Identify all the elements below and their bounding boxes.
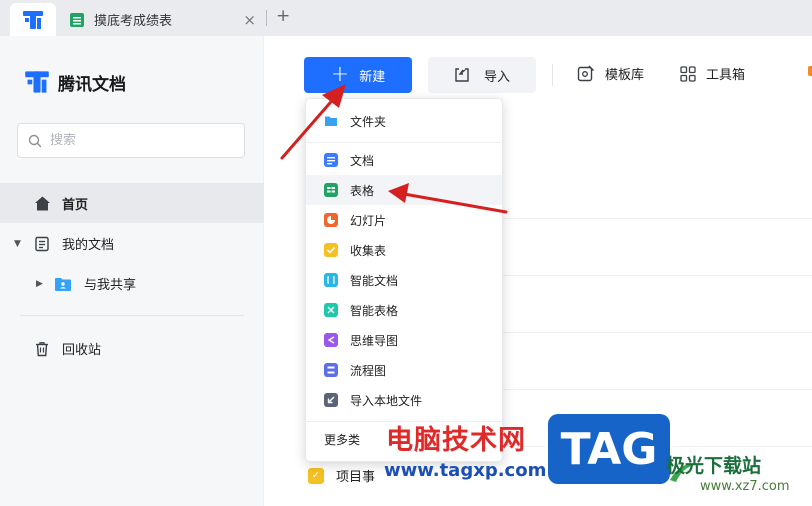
brand-name: 腾讯文档 — [58, 74, 126, 95]
menu-item-form[interactable]: 收集表 — [306, 235, 502, 265]
tab-title: 摸底考成绩表 — [94, 14, 173, 29]
template-icon — [577, 65, 594, 81]
smart-doc-icon — [324, 273, 338, 287]
toolbar-divider — [552, 64, 553, 86]
menu-item-label: 更多类 — [324, 432, 361, 447]
menu-item-smart-doc[interactable]: 智能文档 — [306, 265, 502, 295]
flowchart-icon — [324, 363, 338, 377]
menu-item-doc[interactable]: 文档 — [306, 145, 502, 175]
form-check-icon — [324, 243, 338, 257]
tab-divider — [266, 10, 267, 26]
tab-document[interactable]: 摸底考成绩表 × — [56, 3, 264, 36]
close-tab-icon[interactable]: × — [243, 11, 256, 29]
chevron-right-icon[interactable]: ▶ — [36, 279, 48, 289]
sidebar-divider — [20, 315, 244, 316]
trash-icon — [36, 341, 48, 356]
template-library-button[interactable]: 模板库 — [577, 64, 644, 83]
menu-item-sheet[interactable]: 表格 — [306, 175, 502, 205]
menu-item-slides[interactable]: 幻灯片 — [306, 205, 502, 235]
document-list-icon — [35, 236, 49, 251]
sidebar-item-label: 首页 — [62, 197, 89, 213]
watermark-text: 电脑技术网 — [386, 425, 526, 456]
folder-icon — [325, 116, 337, 126]
sidebar: 腾讯文档 首页 ▼ 我的文档 ▶ 与我共享 — [0, 36, 264, 506]
list-item-title: 项目事 — [336, 470, 376, 485]
form-check-icon: ✓ — [308, 467, 324, 484]
tencent-docs-logo-icon — [25, 71, 49, 93]
add-tab-icon[interactable]: + — [276, 6, 290, 26]
menu-item-mindmap[interactable]: 思维导图 — [306, 325, 502, 355]
new-button[interactable]: + 新建 — [304, 57, 412, 93]
menu-item-import-local[interactable]: 导入本地文件 — [306, 385, 502, 415]
search-box[interactable] — [17, 123, 245, 158]
new-dropdown-menu: 文件夹 文档 表格 幻灯片 收集表 智能文档 智能表格 思维导图 流程图 导入本… — [305, 98, 503, 462]
toolbox-label: 工具箱 — [706, 68, 746, 83]
menu-item-label: 文档 — [350, 153, 375, 168]
menu-item-label: 幻灯片 — [350, 213, 387, 228]
menu-item-label: 表格 — [350, 183, 375, 198]
app-logo-tab[interactable] — [10, 3, 56, 36]
menu-item-label: 智能表格 — [350, 303, 399, 318]
import-button-label: 导入 — [483, 69, 510, 85]
tencent-docs-logo-icon — [23, 10, 43, 29]
sheet-icon — [70, 12, 84, 27]
home-icon — [35, 196, 50, 210]
import-button[interactable]: 导入 — [428, 57, 536, 93]
new-button-label: 新建 — [359, 69, 386, 85]
slides-icon — [324, 213, 338, 227]
plus-icon: + — [330, 62, 350, 87]
menu-item-label: 导入本地文件 — [350, 393, 423, 408]
menu-item-label: 文件夹 — [350, 114, 387, 129]
menu-item-smart-sheet[interactable]: 智能表格 — [306, 295, 502, 325]
menu-item-label: 思维导图 — [350, 333, 399, 348]
sidebar-item-label: 我的文档 — [62, 238, 115, 253]
doc-icon — [324, 153, 338, 167]
sidebar-item-label: 回收站 — [62, 343, 102, 358]
menu-item-folder[interactable]: 文件夹 — [306, 106, 502, 136]
sheet-icon — [324, 183, 338, 197]
list-item[interactable]: ✓ 项目事 — [308, 466, 375, 485]
chevron-down-icon[interactable]: ▼ — [14, 239, 26, 249]
search-icon — [28, 134, 42, 147]
shared-folder-icon — [55, 277, 71, 291]
smart-sheet-icon — [324, 303, 338, 317]
menu-item-label: 流程图 — [350, 363, 387, 378]
watermark-tag-badge: TAG — [548, 414, 670, 484]
watermark-site-name: 极光下载站 — [666, 455, 762, 477]
sidebar-item-shared[interactable]: ▶ 与我共享 — [36, 274, 136, 293]
toolbox-button[interactable]: 工具箱 — [680, 64, 745, 83]
sidebar-item-label: 与我共享 — [84, 278, 137, 293]
tab-bar: 摸底考成绩表 × + — [0, 0, 812, 36]
sidebar-item-home[interactable]: 首页 — [0, 183, 264, 223]
watermark-url: www.tagxp.com — [384, 460, 547, 481]
menu-item-label: 智能文档 — [350, 273, 399, 288]
menu-divider — [306, 142, 502, 143]
menu-item-label: 收集表 — [350, 243, 387, 258]
sidebar-item-trash[interactable]: 回收站 — [34, 339, 101, 358]
template-label: 模板库 — [605, 68, 645, 83]
import-icon — [455, 68, 469, 82]
edge-indicator — [808, 66, 812, 76]
brand[interactable]: 腾讯文档 — [24, 69, 126, 95]
search-input[interactable] — [50, 133, 230, 148]
menu-item-flowchart[interactable]: 流程图 — [306, 355, 502, 385]
grid-icon — [680, 65, 696, 82]
watermark-site-url: www.xz7.com — [700, 479, 790, 494]
mindmap-icon — [324, 333, 338, 347]
import-local-icon — [324, 393, 338, 407]
sidebar-item-my-docs[interactable]: ▼ 我的文档 — [14, 234, 114, 253]
